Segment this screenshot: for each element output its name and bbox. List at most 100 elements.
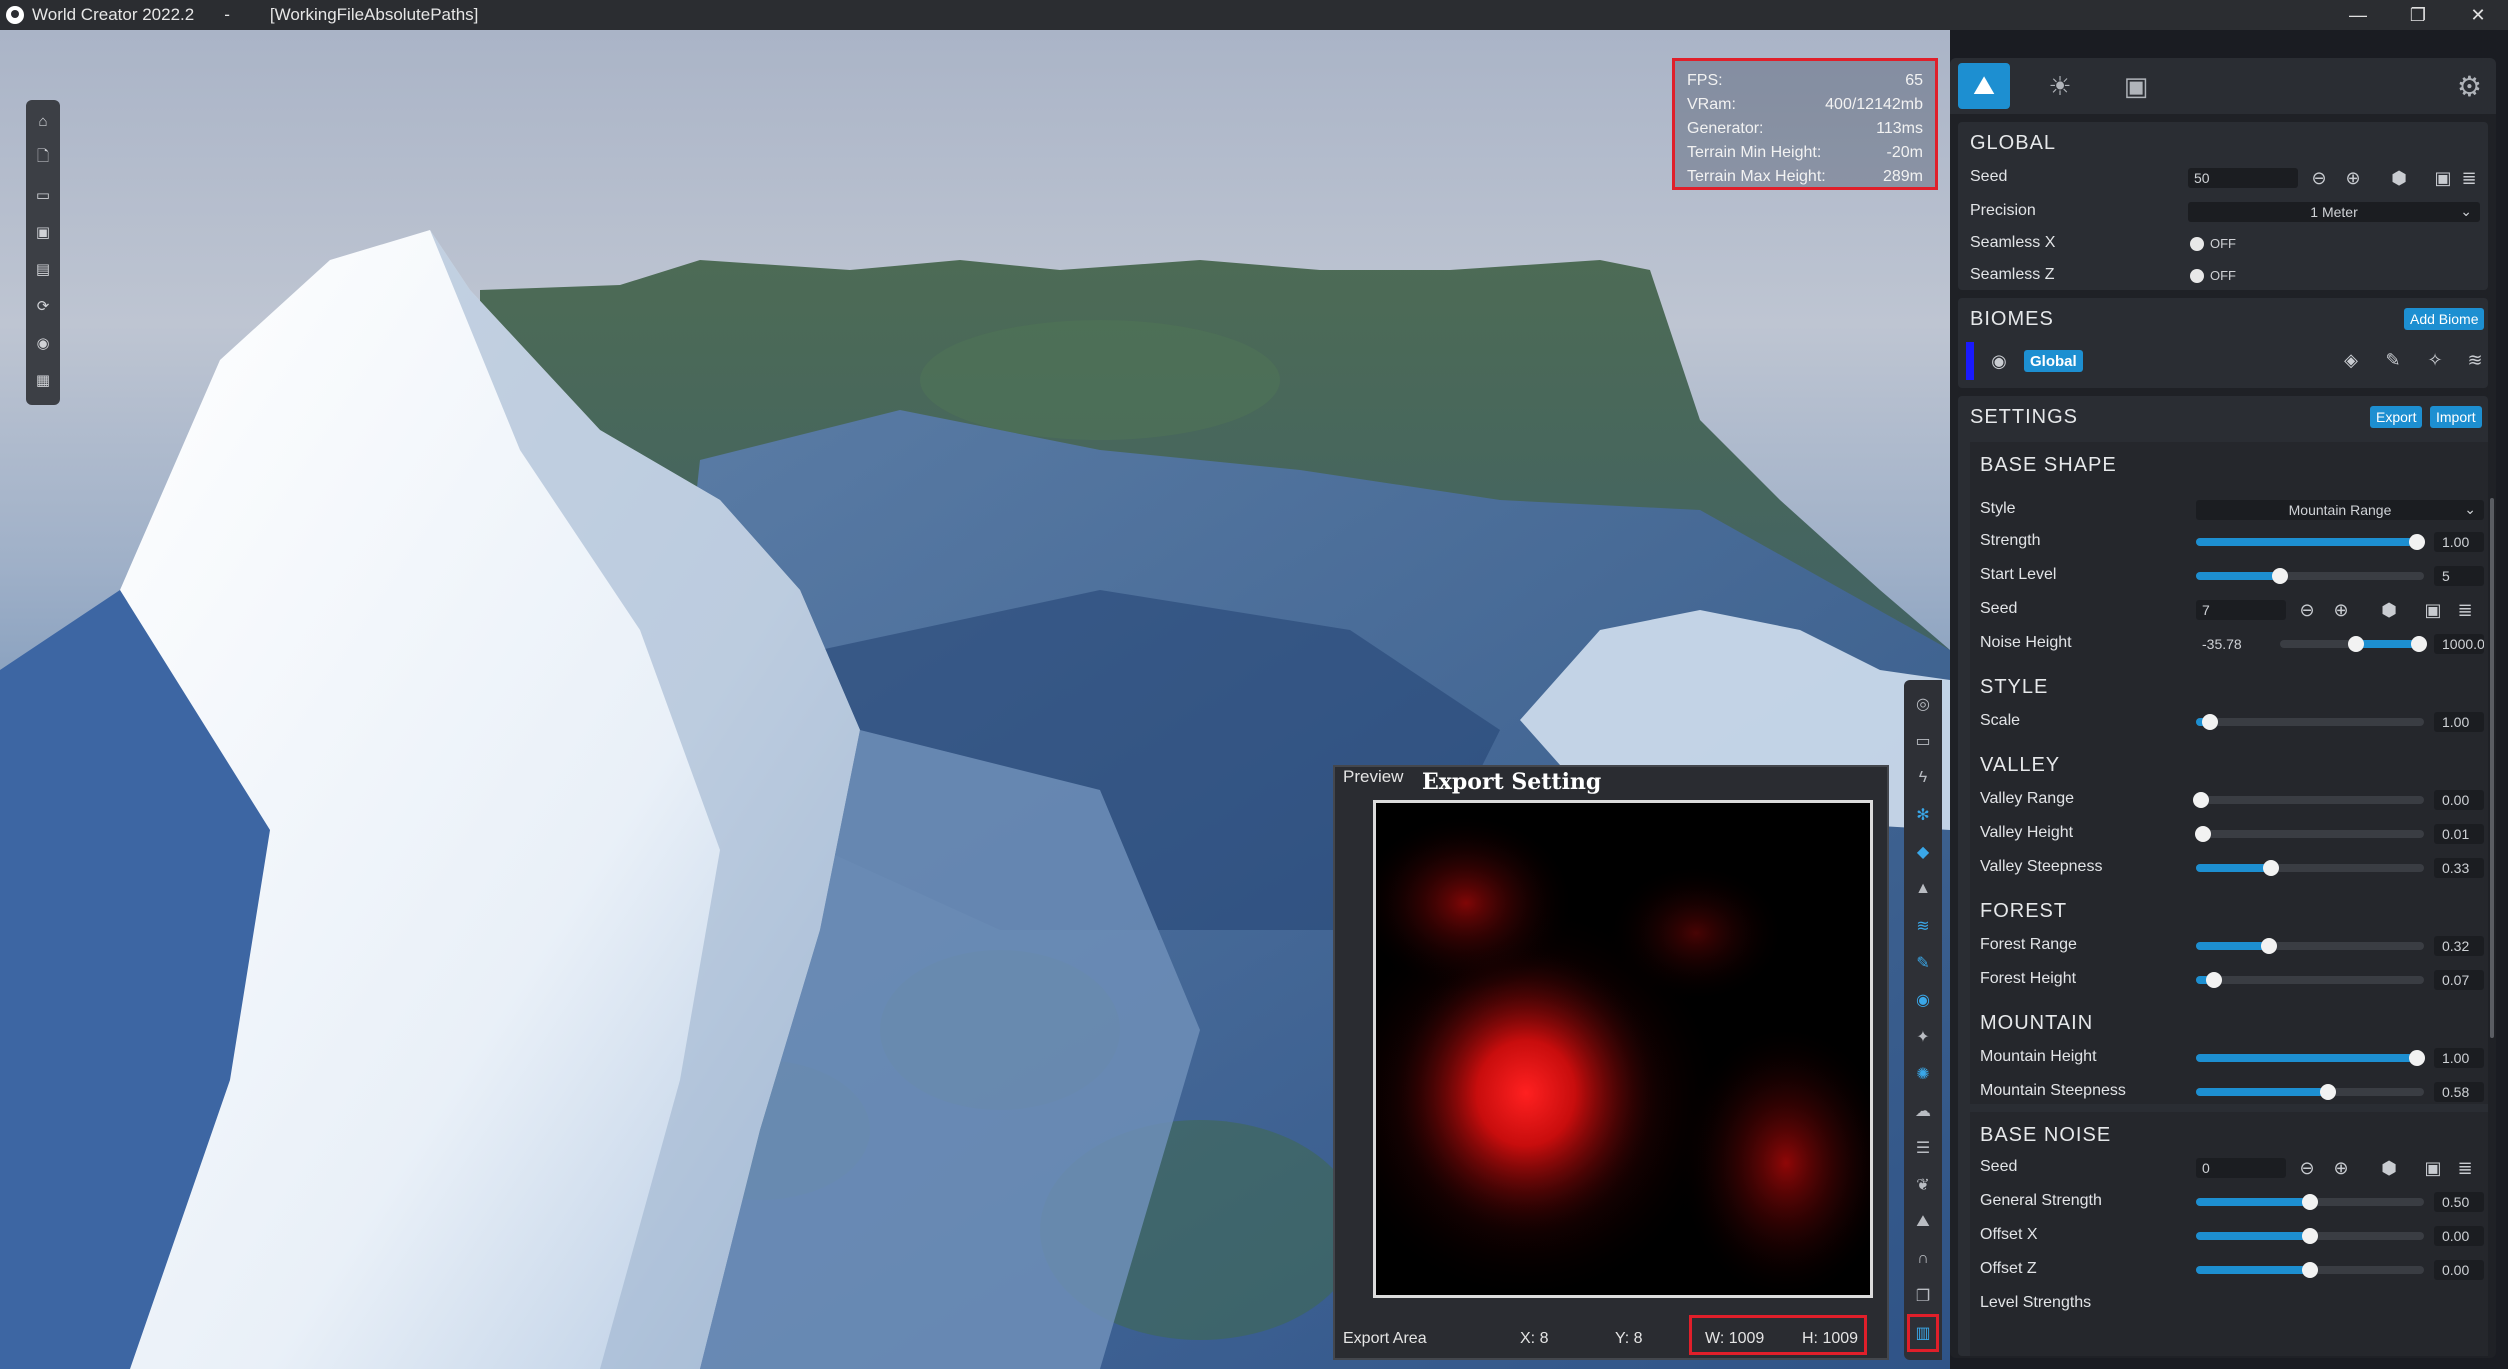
seed-list-icon[interactable]: ≣	[2454, 599, 2476, 621]
folder-icon[interactable]: ▭	[1912, 727, 1934, 755]
valley-height-value[interactable]: 0.01	[2434, 824, 2484, 844]
seamless-x-toggle[interactable]: OFF	[2190, 236, 2236, 251]
valley-range-value[interactable]: 0.00	[2434, 790, 2484, 810]
clouds-icon[interactable]: ☁	[1912, 1097, 1934, 1125]
slider-knob[interactable]	[2302, 1262, 2318, 1278]
brush-icon[interactable]: ✎	[1912, 949, 1934, 977]
tag-icon[interactable]: ◈	[2340, 349, 2362, 371]
arch-icon[interactable]: ∩	[1912, 1245, 1934, 1273]
global-seed-input[interactable]: 50	[2188, 168, 2298, 188]
start-level-slider[interactable]	[2196, 568, 2424, 584]
style-dropdown[interactable]: Mountain Range ⌄	[2196, 500, 2484, 520]
sparkle-icon[interactable]: ✦	[1912, 1023, 1934, 1051]
mountain-icon[interactable]: ▲	[1912, 875, 1934, 903]
decrement-icon[interactable]: ⊖	[2296, 599, 2318, 621]
slider-knob[interactable]	[2302, 1228, 2318, 1244]
eye-icon[interactable]: ◉	[1988, 350, 2010, 372]
copy-icon[interactable]: ❐	[1912, 1282, 1934, 1310]
shape-seed-input[interactable]: 7	[2196, 600, 2286, 620]
save-icon[interactable]: ▣	[34, 219, 52, 245]
home-icon[interactable]: ⌂	[34, 108, 52, 134]
magic-wand-icon[interactable]: ✧	[2424, 349, 2446, 371]
offset-z-value[interactable]: 0.00	[2434, 1260, 2484, 1280]
heightmap-preview[interactable]	[1373, 800, 1873, 1298]
precision-dropdown[interactable]: 1 Meter ⌄	[2188, 202, 2480, 222]
noise-height-max[interactable]: 1000.0	[2434, 634, 2484, 654]
save-seed-icon[interactable]: ▣	[2432, 167, 2454, 189]
increment-icon[interactable]: ⊕	[2342, 167, 2364, 189]
new-file-icon[interactable]: 🗋	[34, 145, 52, 171]
decrement-icon[interactable]: ⊖	[2296, 1157, 2318, 1179]
strength-slider[interactable]	[2196, 534, 2425, 550]
panel-scrollbar[interactable]	[2490, 498, 2494, 1038]
open-folder-icon[interactable]: ▭	[34, 182, 52, 208]
export-x-value[interactable]: X: 8	[1520, 1330, 1548, 1348]
offset-z-slider[interactable]	[2196, 1262, 2424, 1278]
export-y-value[interactable]: Y: 8	[1615, 1330, 1643, 1348]
gear-small-icon[interactable]: ✺	[1912, 1060, 1934, 1088]
export-icon[interactable]: ▦	[34, 367, 52, 393]
valley-steepness-value[interactable]: 0.33	[2434, 858, 2484, 878]
close-button[interactable]: ✕	[2448, 0, 2508, 30]
scale-slider[interactable]	[2196, 714, 2424, 730]
slider-knob[interactable]	[2263, 860, 2279, 876]
offset-x-slider[interactable]	[2196, 1228, 2424, 1244]
slider-knob[interactable]	[2195, 826, 2211, 842]
add-biome-button[interactable]: Add Biome	[2404, 308, 2485, 330]
seed-list-icon[interactable]: ≣	[2454, 1157, 2476, 1179]
slider-knob[interactable]	[2409, 534, 2425, 550]
valley-range-slider[interactable]	[2193, 792, 2424, 808]
export-settings-button[interactable]: Export	[2370, 406, 2423, 428]
brush-icon[interactable]: ✎	[2382, 349, 2404, 371]
increment-icon[interactable]: ⊕	[2330, 1157, 2352, 1179]
terrain-tab-icon[interactable]: ⛰	[1958, 63, 2010, 109]
decrement-icon[interactable]: ⊖	[2308, 167, 2330, 189]
noise-height-min[interactable]: -35.78	[2196, 634, 2272, 654]
slider-knob[interactable]	[2320, 1084, 2336, 1100]
save-seed-icon[interactable]: ▣	[2422, 1157, 2444, 1179]
valley-height-slider[interactable]	[2195, 826, 2424, 842]
range-max-knob[interactable]	[2411, 636, 2427, 652]
refresh-icon[interactable]: ⟳	[34, 293, 52, 319]
menu-icon[interactable]: ☰	[1912, 1134, 1934, 1162]
slider-knob[interactable]	[2202, 714, 2218, 730]
lightning-icon[interactable]: ϟ	[1912, 764, 1934, 792]
settings-icon[interactable]: ✻	[1912, 801, 1934, 829]
target-icon[interactable]: ◎	[1912, 690, 1934, 718]
slider-knob[interactable]	[2261, 938, 2277, 954]
random-dice-icon[interactable]: ⬢	[2388, 167, 2410, 189]
forest-range-value[interactable]: 0.32	[2434, 936, 2484, 956]
water-drop-icon[interactable]: ◆	[1912, 838, 1934, 866]
forest-height-value[interactable]: 0.07	[2434, 970, 2484, 990]
random-dice-icon[interactable]: ⬢	[2378, 599, 2400, 621]
scale-value[interactable]: 1.00	[2434, 712, 2484, 732]
save-seed-icon[interactable]: ▣	[2422, 599, 2444, 621]
layers-icon[interactable]: ≋	[1912, 912, 1934, 940]
leaf-icon[interactable]: ❦	[1912, 1171, 1934, 1199]
forest-height-slider[interactable]	[2196, 972, 2424, 988]
slider-knob[interactable]	[2409, 1050, 2425, 1066]
mountain-height-value[interactable]: 1.00	[2434, 1048, 2484, 1068]
slider-knob[interactable]	[2302, 1194, 2318, 1210]
random-dice-icon[interactable]: ⬢	[2378, 1157, 2400, 1179]
seamless-z-toggle[interactable]: OFF	[2190, 268, 2236, 283]
strength-value[interactable]: 1.00	[2434, 532, 2484, 552]
seed-list-icon[interactable]: ≣	[2458, 167, 2480, 189]
increment-icon[interactable]: ⊕	[2330, 599, 2352, 621]
biome-global-chip[interactable]: Global	[2024, 350, 2083, 372]
maximize-button[interactable]: ❐	[2388, 0, 2448, 30]
noise-height-range-slider[interactable]	[2280, 636, 2427, 652]
save-as-icon[interactable]: ▤	[34, 256, 52, 282]
lighting-tab-icon[interactable]: ☀	[2034, 63, 2086, 109]
gear-icon[interactable]: ⚙	[2457, 70, 2482, 103]
mountain-steepness-value[interactable]: 0.58	[2434, 1082, 2484, 1102]
range-min-knob[interactable]	[2348, 636, 2364, 652]
terrain-icon[interactable]: ⛰	[1912, 1208, 1934, 1236]
camera-icon[interactable]: ◉	[34, 330, 52, 356]
general-strength-value[interactable]: 0.50	[2434, 1192, 2484, 1212]
import-settings-button[interactable]: Import	[2430, 406, 2482, 428]
save-tab-icon[interactable]: ▣	[2110, 63, 2162, 109]
start-level-value[interactable]: 5	[2434, 566, 2484, 586]
mountain-height-slider[interactable]	[2196, 1050, 2425, 1066]
noise-seed-input[interactable]: 0	[2196, 1158, 2286, 1178]
